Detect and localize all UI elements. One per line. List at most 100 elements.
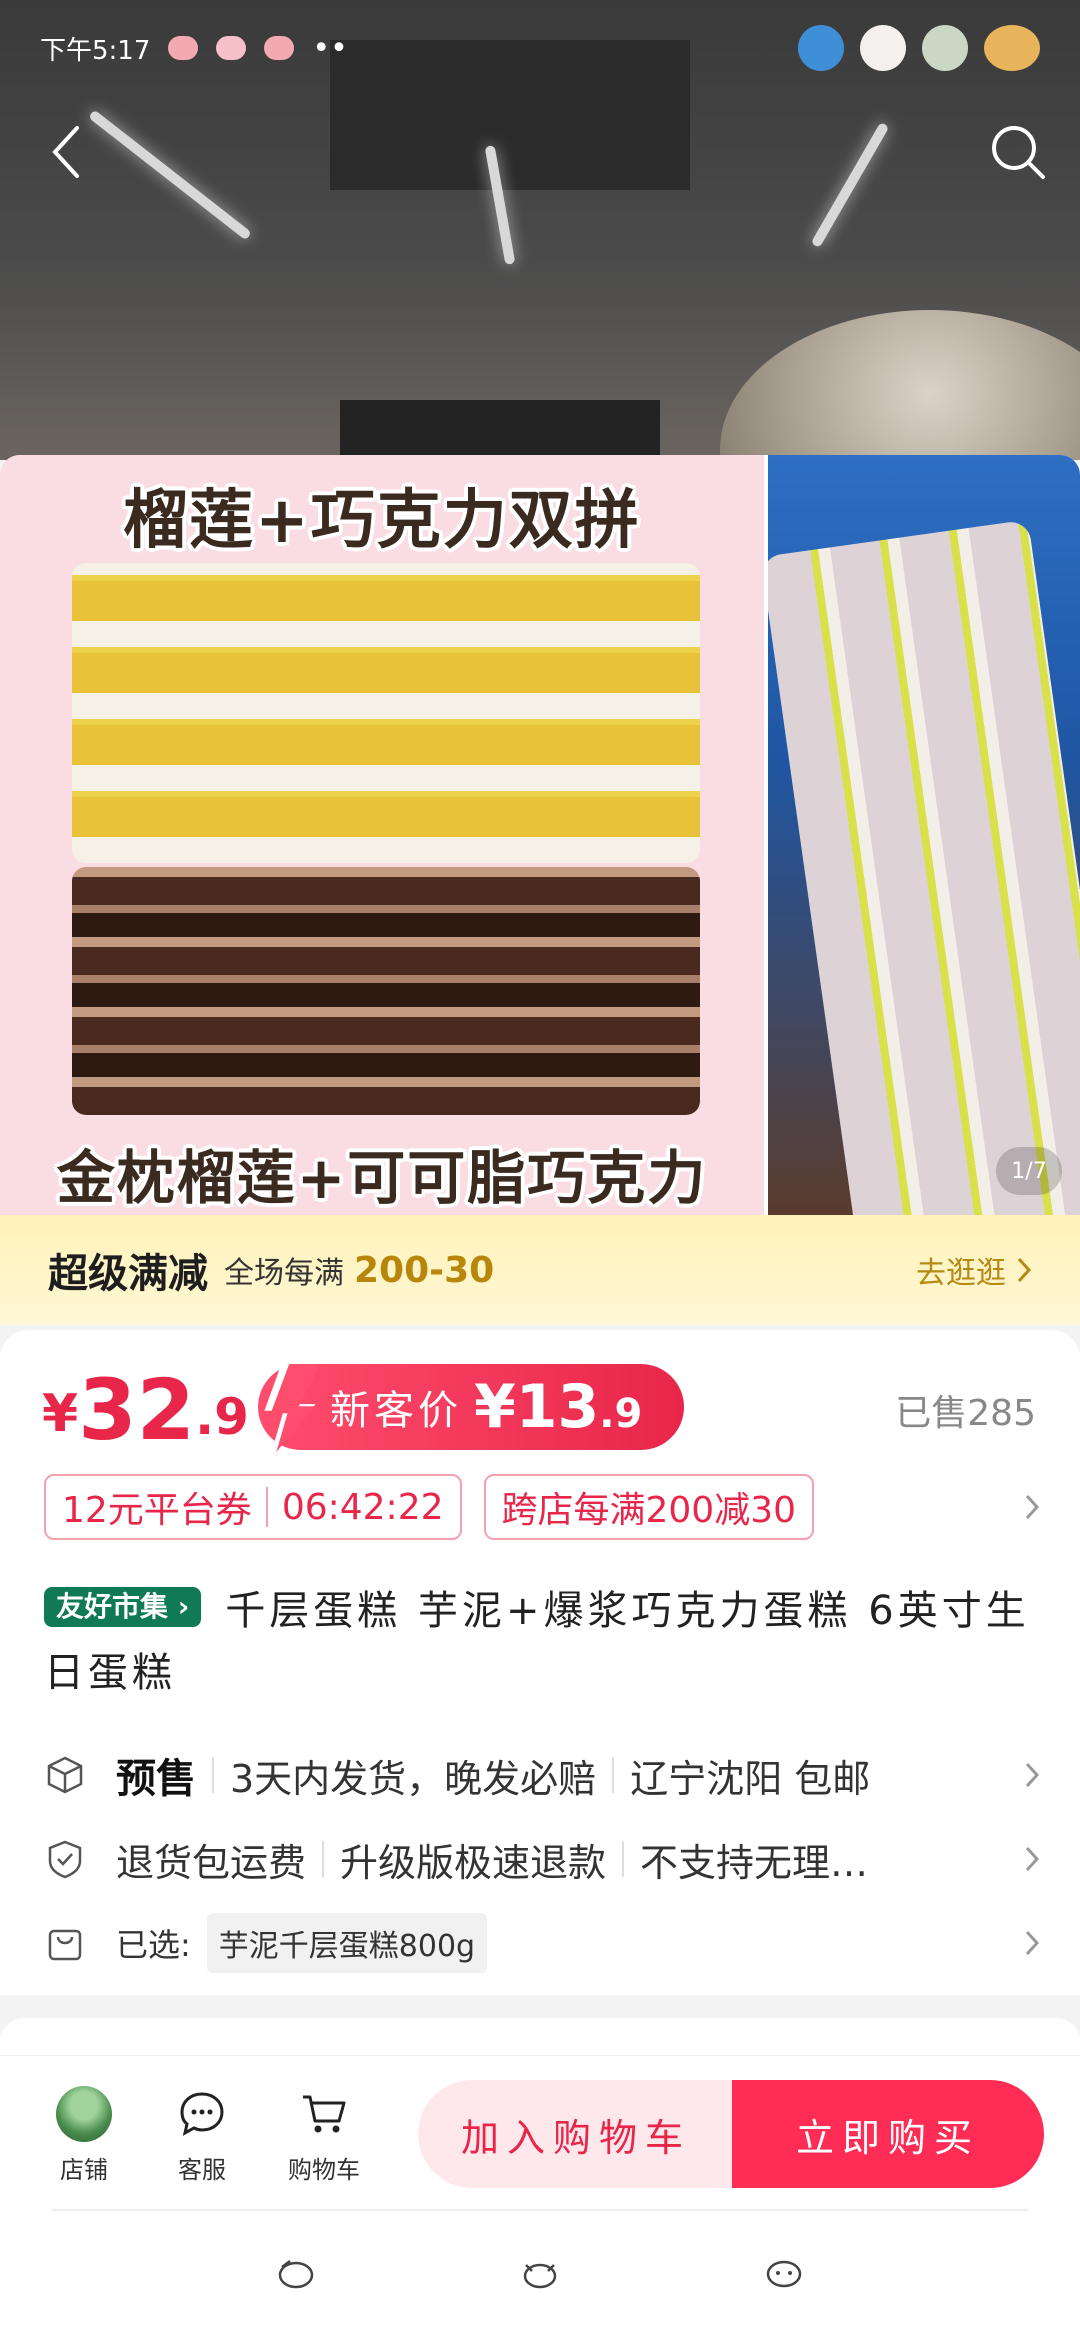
selected-sku-row[interactable]: 已选: 芋泥千层蛋糕800g <box>44 1908 1040 1978</box>
coupon-countdown: 06:42:22 <box>281 1486 444 1528</box>
coupon-row[interactable]: 12元平台券 06:42:22 跨店每满200减30 <box>44 1474 1040 1540</box>
cart-button[interactable]: 购物车 <box>274 2086 374 2185</box>
new-customer-symbol: ¥ <box>474 1372 516 1442</box>
image-headline-top: 榴莲+巧克力双拼 <box>123 484 641 558</box>
bottom-action-bar: 店铺 客服 购物车 加入购物车 立即购买 <box>0 2055 1080 2205</box>
section-divider <box>0 1998 1080 2018</box>
shop-button[interactable]: 店铺 <box>34 2086 134 2185</box>
promo-desc: 全场每满 <box>224 1256 344 1291</box>
chevron-right-icon[interactable] <box>1024 1493 1040 1521</box>
fast-refund: 升级版极速退款 <box>340 1840 607 1885</box>
search-button[interactable] <box>986 120 1050 184</box>
cross-store-coupon[interactable]: 跨店每满200减30 <box>483 1474 815 1540</box>
friendly-market-tag[interactable]: 友好市集 › <box>44 1587 202 1627</box>
chevron-right-icon <box>1025 1762 1040 1788</box>
no-reason-return: 不支持无理… <box>640 1840 869 1885</box>
price-symbol: ¥ <box>42 1384 79 1444</box>
new-customer-price-badge: 新客价 ¥13.9 <box>258 1358 684 1454</box>
price-decimal: .9 <box>195 1388 249 1446</box>
taro-cake-slice-image <box>768 519 1080 1215</box>
selected-label: 已选: <box>116 1926 191 1964</box>
guarantee-row[interactable]: 退货包运费 升级版极速退款 不支持无理… <box>44 1824 1040 1894</box>
pig-emoji-icon <box>216 36 247 60</box>
friendly-market-tag-label: 友好市集 <box>56 1590 169 1623</box>
doorway <box>340 400 660 460</box>
spec-separator <box>322 1841 325 1877</box>
service-button[interactable]: 客服 <box>152 2086 252 2185</box>
box-icon <box>44 1754 86 1796</box>
product-image-next[interactable]: 1/7 <box>768 455 1080 1215</box>
shop-avatar <box>56 2086 112 2142</box>
spec-separator <box>622 1841 625 1877</box>
cat-sticker-icon <box>922 25 968 71</box>
bag-icon <box>44 1922 86 1964</box>
status-bar: 下午5:17 •• <box>0 0 1080 96</box>
chevron-right-icon <box>1017 1257 1032 1283</box>
pig-emoji-icon <box>168 36 199 60</box>
cross-store-coupon-label: 跨店每满200减30 <box>501 1490 797 1531</box>
return-fee: 退货包运费 <box>116 1840 307 1885</box>
back-sticker-icon <box>278 2260 314 2289</box>
platform-coupon-label: 12元平台券 <box>62 1490 252 1531</box>
spec-separator <box>612 1757 615 1793</box>
carousel-pager: 1/7 <box>996 1147 1062 1195</box>
pig-emoji-icon <box>264 36 295 60</box>
new-customer-label: 新客价 <box>330 1388 462 1434</box>
shield-check-icon <box>44 1838 86 1880</box>
nav-recents-button[interactable] <box>762 2255 806 2291</box>
promo-amount: 200-30 <box>354 1249 495 1291</box>
promo-banner[interactable]: 超级满减 全场每满 200-30 去逛逛 <box>0 1215 1080 1325</box>
new-customer-integer: 13 <box>515 1372 600 1442</box>
new-customer-decimal: .9 <box>599 1391 643 1437</box>
promo-title: 超级满减 <box>48 1251 208 1297</box>
back-button[interactable] <box>44 120 88 184</box>
signal-sticker-icon <box>798 25 844 71</box>
chat-icon <box>152 2086 252 2142</box>
promo-link-label: 去逛逛 <box>916 1256 1006 1291</box>
more-dots-icon: •• <box>312 30 348 66</box>
shipping-row[interactable]: 预售 3天内发货，晚发必赔 辽宁沈阳 包邮 <box>44 1740 1040 1810</box>
ship-time: 3天内发货，晚发必赔 <box>230 1756 597 1801</box>
shop-avatar-wrap <box>34 2086 134 2142</box>
product-info-card: ¥ 32 .9 新客价 ¥13.9 已售285 12元平台券 06:42:22 … <box>0 1330 1080 1995</box>
recents-sticker-icon <box>766 2260 802 2288</box>
status-left: 下午5:17 •• <box>40 30 348 67</box>
battery-sticker-icon <box>984 25 1040 71</box>
ceiling-lamp <box>810 121 890 249</box>
wifi-sticker-icon <box>860 25 906 71</box>
image-headline-bottom: 金枕榴莲+可可脂巧克力 <box>56 1144 708 1212</box>
chevron-right-icon <box>1025 1930 1040 1956</box>
product-title-block: 友好市集 › 千层蛋糕 芋泥+爆浆巧克力蛋糕 6英寸生日蛋糕 <box>44 1580 1044 1704</box>
price-integer: 32 <box>78 1361 196 1459</box>
spec-separator <box>212 1757 214 1793</box>
service-label: 客服 <box>178 2156 226 2184</box>
status-right <box>798 25 1040 71</box>
nav-divider <box>52 2209 1028 2211</box>
nav-back-button[interactable] <box>274 2255 318 2291</box>
ship-origin: 辽宁沈阳 包邮 <box>630 1756 871 1801</box>
product-image-carousel[interactable]: 榴莲+巧克力双拼 金枕榴莲+可可脂巧克力 1/7 <box>0 455 1080 1215</box>
durian-cake-image <box>72 563 700 863</box>
chocolate-cake-image <box>72 867 700 1115</box>
selected-sku-chip[interactable]: 芋泥千层蛋糕800g <box>206 1913 488 1973</box>
promo-link[interactable]: 去逛逛 <box>916 1248 1032 1292</box>
platform-coupon[interactable]: 12元平台券 06:42:22 <box>44 1474 462 1540</box>
chevron-right-icon <box>1025 1846 1040 1872</box>
new-customer-price: ¥13.9 <box>474 1372 642 1442</box>
cart-label: 购物车 <box>288 2156 360 2184</box>
status-time: 下午5:17 <box>40 35 151 66</box>
buy-now-button[interactable]: 立即购买 <box>732 2080 1044 2188</box>
add-to-cart-button[interactable]: 加入购物车 <box>418 2080 734 2188</box>
home-sticker-icon <box>523 2263 557 2289</box>
sold-count: 已售285 <box>895 1393 1036 1434</box>
nav-home-button[interactable] <box>518 2255 562 2291</box>
ceiling-lamp <box>88 109 252 241</box>
next-card-stub <box>0 2018 1080 2058</box>
shop-label: 店铺 <box>60 2156 108 2184</box>
cart-icon <box>274 2086 374 2142</box>
product-image-main[interactable]: 榴莲+巧克力双拼 金枕榴莲+可可脂巧克力 <box>0 455 764 1215</box>
presale-label: 预售 <box>116 1756 196 1802</box>
search-icon <box>992 126 1045 179</box>
system-navigation-bar <box>0 2205 1080 2340</box>
price: ¥ 32 .9 <box>42 1368 249 1452</box>
